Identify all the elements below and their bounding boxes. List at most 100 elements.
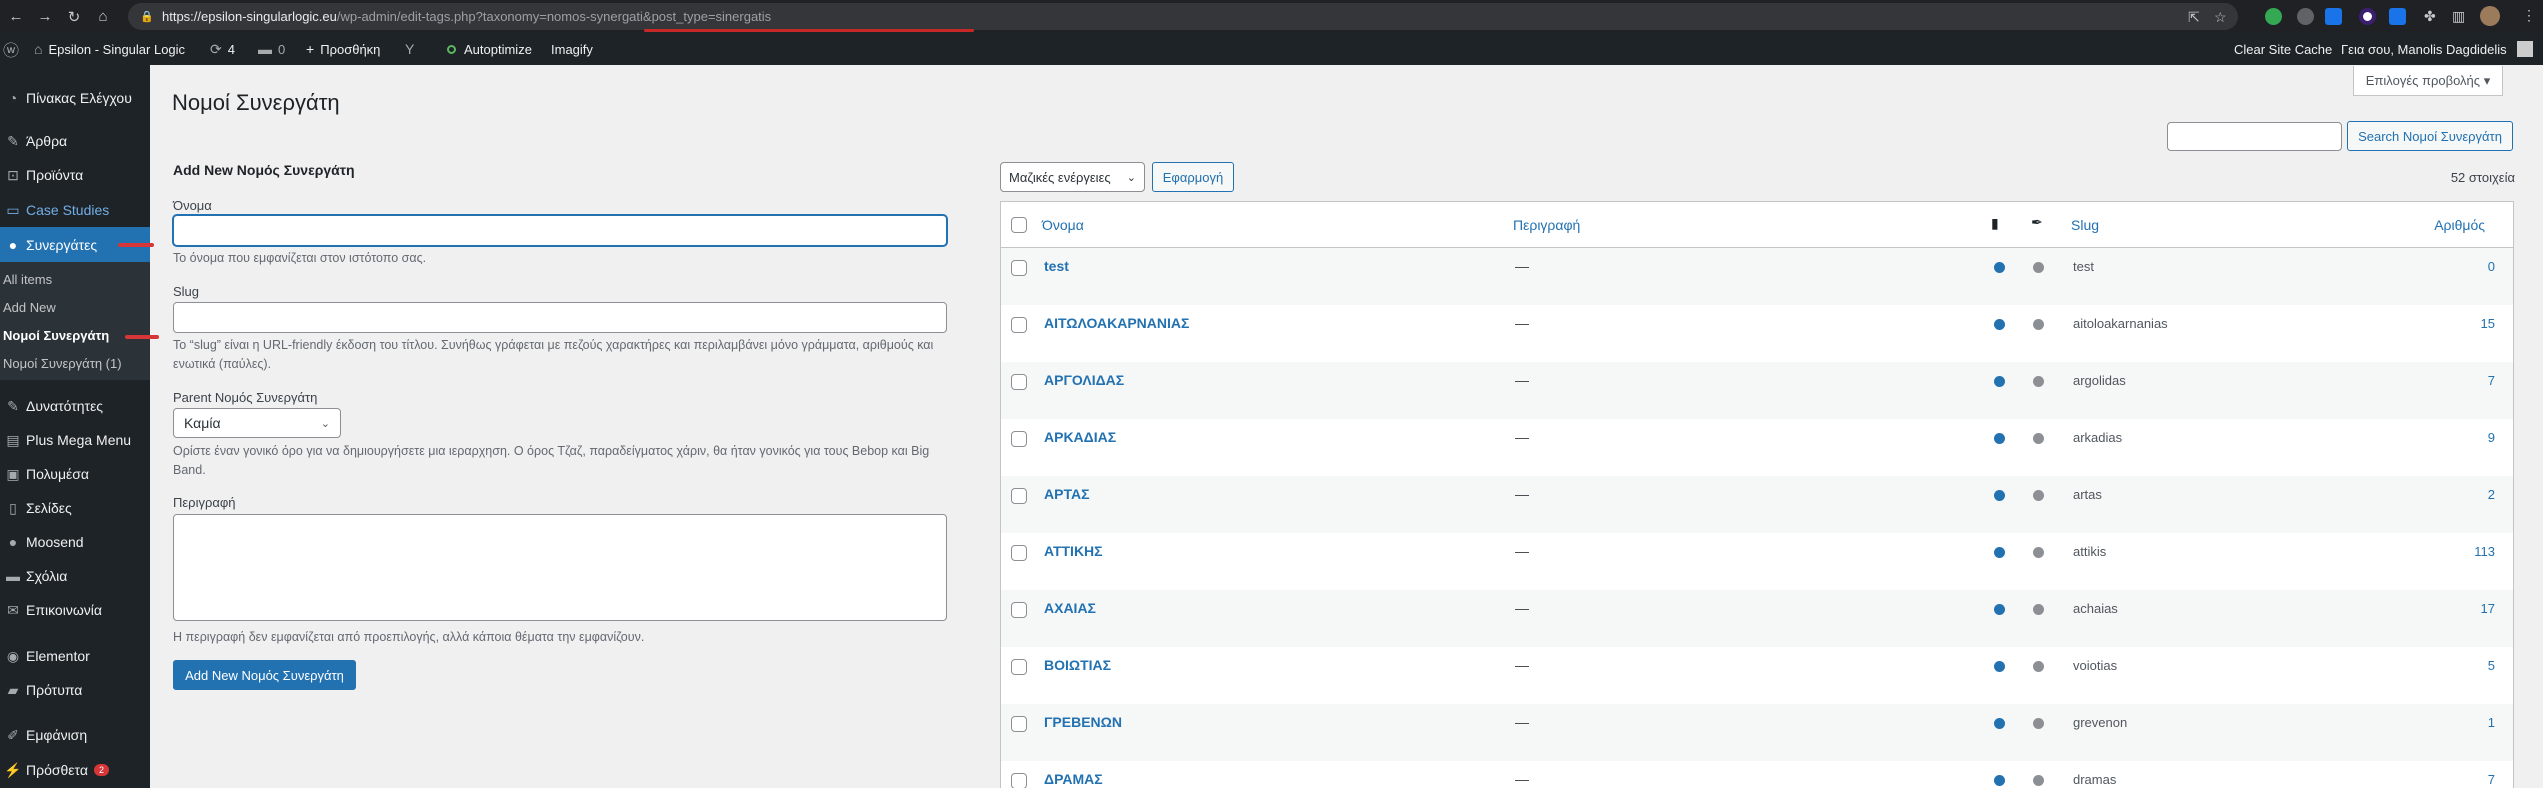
site-name-link[interactable]: ⌂ Epsilon - Singular Logic (34, 33, 185, 65)
row-checkbox[interactable] (1011, 431, 1027, 447)
profile-avatar[interactable] (2480, 6, 2500, 26)
menu-case-studies[interactable]: ▭ Case Studies (0, 193, 150, 227)
term-count-link[interactable]: 5 (2488, 658, 2495, 673)
select-all-checkbox[interactable] (1011, 217, 1027, 233)
extension-icon[interactable] (2325, 8, 2342, 25)
description-textarea[interactable] (173, 514, 947, 621)
term-name-link[interactable]: ΑΡΓΟΛΙΔΑΣ (1044, 372, 1124, 388)
menu-moosend[interactable]: ● Moosend (0, 525, 150, 559)
term-slug: dramas (2073, 772, 2117, 787)
term-count-link[interactable]: 0 (2488, 259, 2495, 274)
term-name-link[interactable]: ΓΡΕΒΕΝΩΝ (1044, 714, 1122, 730)
term-count-link[interactable]: 9 (2488, 430, 2495, 445)
menu-kebab-icon[interactable]: ⋮ (2522, 7, 2536, 24)
apply-button[interactable]: Εφαρμογή (1152, 162, 1234, 192)
menu-contact[interactable]: ✉ Επικοινωνία (0, 593, 150, 627)
term-name-link[interactable]: ΔΡΑΜΑΣ (1044, 771, 1103, 787)
row-checkbox[interactable] (1011, 659, 1027, 675)
bookmark-star-icon[interactable]: ☆ (2214, 9, 2227, 26)
page-title: Νομοί Συνεργάτη (172, 90, 340, 115)
column-description[interactable]: Περιγραφή (1513, 217, 1580, 233)
menu-plugins[interactable]: ⚡ Πρόσθετα 2 (0, 753, 150, 787)
seo-status-dot (1994, 718, 2005, 729)
menu-elementor[interactable]: ◉ Elementor (0, 639, 150, 673)
row-checkbox[interactable] (1011, 545, 1027, 561)
autoptimize-link[interactable]: Autoptimize (447, 33, 532, 65)
submenu-nomoi-count[interactable]: Νομοί Συνεργάτη (1) (3, 356, 122, 371)
back-icon[interactable]: ← (3, 4, 29, 30)
sidepanel-icon[interactable]: ▥ (2452, 8, 2465, 25)
address-bar[interactable]: 🔒 https://epsilon-singularlogic.eu/wp-ad… (128, 3, 2238, 32)
menu-features[interactable]: ✎ Δυνατότητες (0, 389, 150, 423)
menu-templates[interactable]: ▰ Πρότυπα (0, 673, 150, 707)
imagify-link[interactable]: Imagify (551, 33, 593, 65)
name-field[interactable] (173, 215, 947, 246)
extension-icon[interactable] (2359, 8, 2376, 25)
menu-pages[interactable]: ▯ Σελίδες (0, 491, 150, 525)
updates-icon: ⟳ (210, 40, 222, 57)
share-icon[interactable]: ⇱ (2188, 9, 2200, 26)
comments-link[interactable]: ▬ 0 (258, 33, 285, 65)
menu-posts[interactable]: ✎ Άρθρα (0, 124, 150, 158)
updates-link[interactable]: ⟳ 4 (210, 33, 235, 65)
submenu-add-new[interactable]: Add New (3, 300, 56, 315)
search-button[interactable]: Search Νομοί Συνεργάτη (2347, 121, 2513, 151)
menu-appearance[interactable]: ✐ Εμφάνιση (0, 718, 150, 752)
new-content-link[interactable]: + Προσθήκη (306, 33, 380, 65)
row-checkbox[interactable] (1011, 260, 1027, 276)
screen-options-button[interactable]: Επιλογές προβολής ▾ (2353, 66, 2503, 96)
column-name[interactable]: Όνομα (1042, 217, 1084, 233)
home-icon[interactable]: ⌂ (90, 4, 116, 30)
row-checkbox[interactable] (1011, 317, 1027, 333)
term-count-link[interactable]: 113 (2474, 544, 2495, 559)
submenu-all-items[interactable]: All items (3, 272, 52, 287)
extension-new-icon[interactable] (2389, 8, 2406, 25)
term-name-link[interactable]: test (1044, 258, 1069, 274)
term-name-link[interactable]: ΑΙΤΩΛΟΑΚΑΡΝΑΝΙΑΣ (1044, 315, 1189, 331)
add-term-button[interactable]: Add New Νομός Συνεργάτη (173, 660, 356, 690)
column-slug[interactable]: Slug (2071, 217, 2099, 233)
readability-status-dot (2033, 547, 2044, 558)
table-row: ΑΡΤΑΣ — artas 2 (1001, 476, 2513, 533)
menu-dashboard[interactable]: ◔ Πίνακας Ελέγχου (0, 81, 150, 115)
yoast-icon[interactable]: Y (405, 33, 420, 65)
extension-icon[interactable] (2265, 8, 2282, 25)
parent-select[interactable]: Καμία ⌄ (173, 408, 341, 438)
extension-gear-icon[interactable] (2297, 8, 2314, 25)
row-checkbox[interactable] (1011, 773, 1027, 788)
term-name-link[interactable]: ΑΤΤΙΚΗΣ (1044, 543, 1103, 559)
term-count-link[interactable]: 7 (2488, 772, 2495, 787)
reload-icon[interactable]: ↻ (61, 4, 87, 30)
avatar[interactable] (2517, 41, 2533, 57)
term-name-link[interactable]: ΑΧΑΙΑΣ (1044, 600, 1096, 616)
term-name-link[interactable]: ΑΡΤΑΣ (1044, 486, 1089, 502)
forward-icon[interactable]: → (32, 4, 58, 30)
table-row: ΑΡΚΑΔΙΑΣ — arkadias 9 (1001, 419, 2513, 476)
chevron-down-icon: ⌄ (1126, 171, 1136, 184)
menu-comments[interactable]: ▬ Σχόλια (0, 559, 150, 593)
menu-products[interactable]: ⊡ Προϊόντα (0, 158, 150, 192)
term-count-link[interactable]: 1 (2488, 715, 2495, 730)
term-name-link[interactable]: ΒΟΙΩΤΙΑΣ (1044, 657, 1111, 673)
wordpress-logo-icon[interactable]: ⓦ (3, 33, 25, 65)
clear-cache-link[interactable]: Clear Site Cache (2234, 33, 2332, 65)
user-account-link[interactable]: Γεια σου, Manolis Dagdidelis (2341, 33, 2507, 65)
term-count-link[interactable]: 17 (2481, 601, 2495, 616)
bulk-actions-select[interactable]: Μαζικές ενέργειες ⌄ (1000, 162, 1145, 192)
row-checkbox[interactable] (1011, 374, 1027, 390)
term-count-link[interactable]: 7 (2488, 373, 2495, 388)
row-checkbox[interactable] (1011, 716, 1027, 732)
term-name-link[interactable]: ΑΡΚΑΔΙΑΣ (1044, 429, 1116, 445)
term-count-link[interactable]: 15 (2481, 316, 2495, 331)
slug-field[interactable] (173, 302, 947, 333)
url-text[interactable]: https://epsilon-singularlogic.eu/wp-admi… (162, 9, 771, 24)
column-count[interactable]: Αριθμός (2434, 217, 2485, 233)
term-count-link[interactable]: 2 (2488, 487, 2495, 502)
puzzle-icon[interactable]: ✤ (2424, 8, 2436, 25)
row-checkbox[interactable] (1011, 602, 1027, 618)
menu-media[interactable]: ▣ Πολυμέσα (0, 457, 150, 491)
submenu-nomoi[interactable]: Νομοί Συνεργάτη (3, 328, 109, 343)
menu-plus-mega-menu[interactable]: ▤ Plus Mega Menu (0, 423, 150, 457)
search-input[interactable] (2167, 122, 2342, 151)
row-checkbox[interactable] (1011, 488, 1027, 504)
